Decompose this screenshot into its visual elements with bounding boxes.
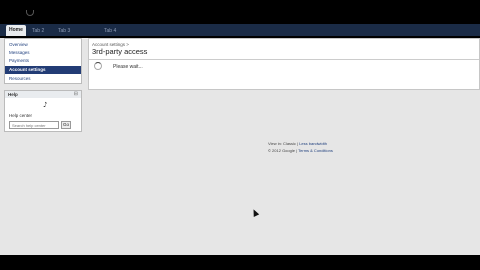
loading-spinner-icon	[94, 62, 102, 70]
tab-home[interactable]: Home	[6, 25, 26, 36]
sidebar-item-resources[interactable]: Resources	[5, 75, 81, 83]
help-go-button[interactable]: Go	[61, 121, 71, 129]
footer-view-line: View in: Classic | Less bandwidth	[268, 141, 327, 146]
help-box: Help ⊟ ♪ Help center Go	[4, 90, 82, 132]
tab-bar-background	[0, 24, 480, 36]
loading-area: Please wait...	[89, 59, 479, 89]
tab-2[interactable]: Tab 2	[32, 26, 44, 36]
tab-bar: Home Tab 2 Tab 3 Tab 4	[0, 18, 480, 38]
sidebar-item-payments[interactable]: Payments	[5, 57, 81, 65]
page-title: 3rd-party access	[92, 47, 148, 56]
sidebar-item-overview[interactable]: Overview	[5, 41, 81, 49]
help-title: Help	[8, 92, 18, 97]
mouse-cursor-icon	[250, 208, 260, 217]
bottom-black-bar	[0, 255, 480, 270]
copyright-text: © 2012 Google |	[268, 148, 299, 153]
help-center-label: Help center	[9, 113, 33, 118]
help-search-input[interactable]	[9, 121, 59, 129]
top-black-bar	[0, 0, 480, 18]
tab-4[interactable]: Tab 4	[104, 26, 116, 36]
music-note-icon: ♪	[43, 101, 48, 109]
sidebar-nav: Overview Messages Payments Account setti…	[4, 38, 82, 84]
help-header: Help ⊟	[5, 91, 81, 98]
main-panel: Account settings > 3rd-party access Plea…	[88, 38, 480, 90]
footer-view-label: View in: Classic |	[268, 141, 300, 146]
footer-copyright-line: © 2012 Google | Terms & Conditions	[268, 148, 333, 153]
terms-link[interactable]: Terms & Conditions	[298, 148, 333, 153]
sidebar-item-account-settings[interactable]: Account settings	[5, 66, 81, 74]
logo-fragment-icon	[26, 10, 34, 16]
collapse-icon[interactable]: ⊟	[74, 91, 78, 98]
less-bandwidth-link[interactable]: Less bandwidth	[299, 141, 327, 146]
tab-3[interactable]: Tab 3	[58, 26, 70, 36]
status-text: Please wait...	[113, 64, 143, 70]
sidebar-item-messages[interactable]: Messages	[5, 49, 81, 57]
